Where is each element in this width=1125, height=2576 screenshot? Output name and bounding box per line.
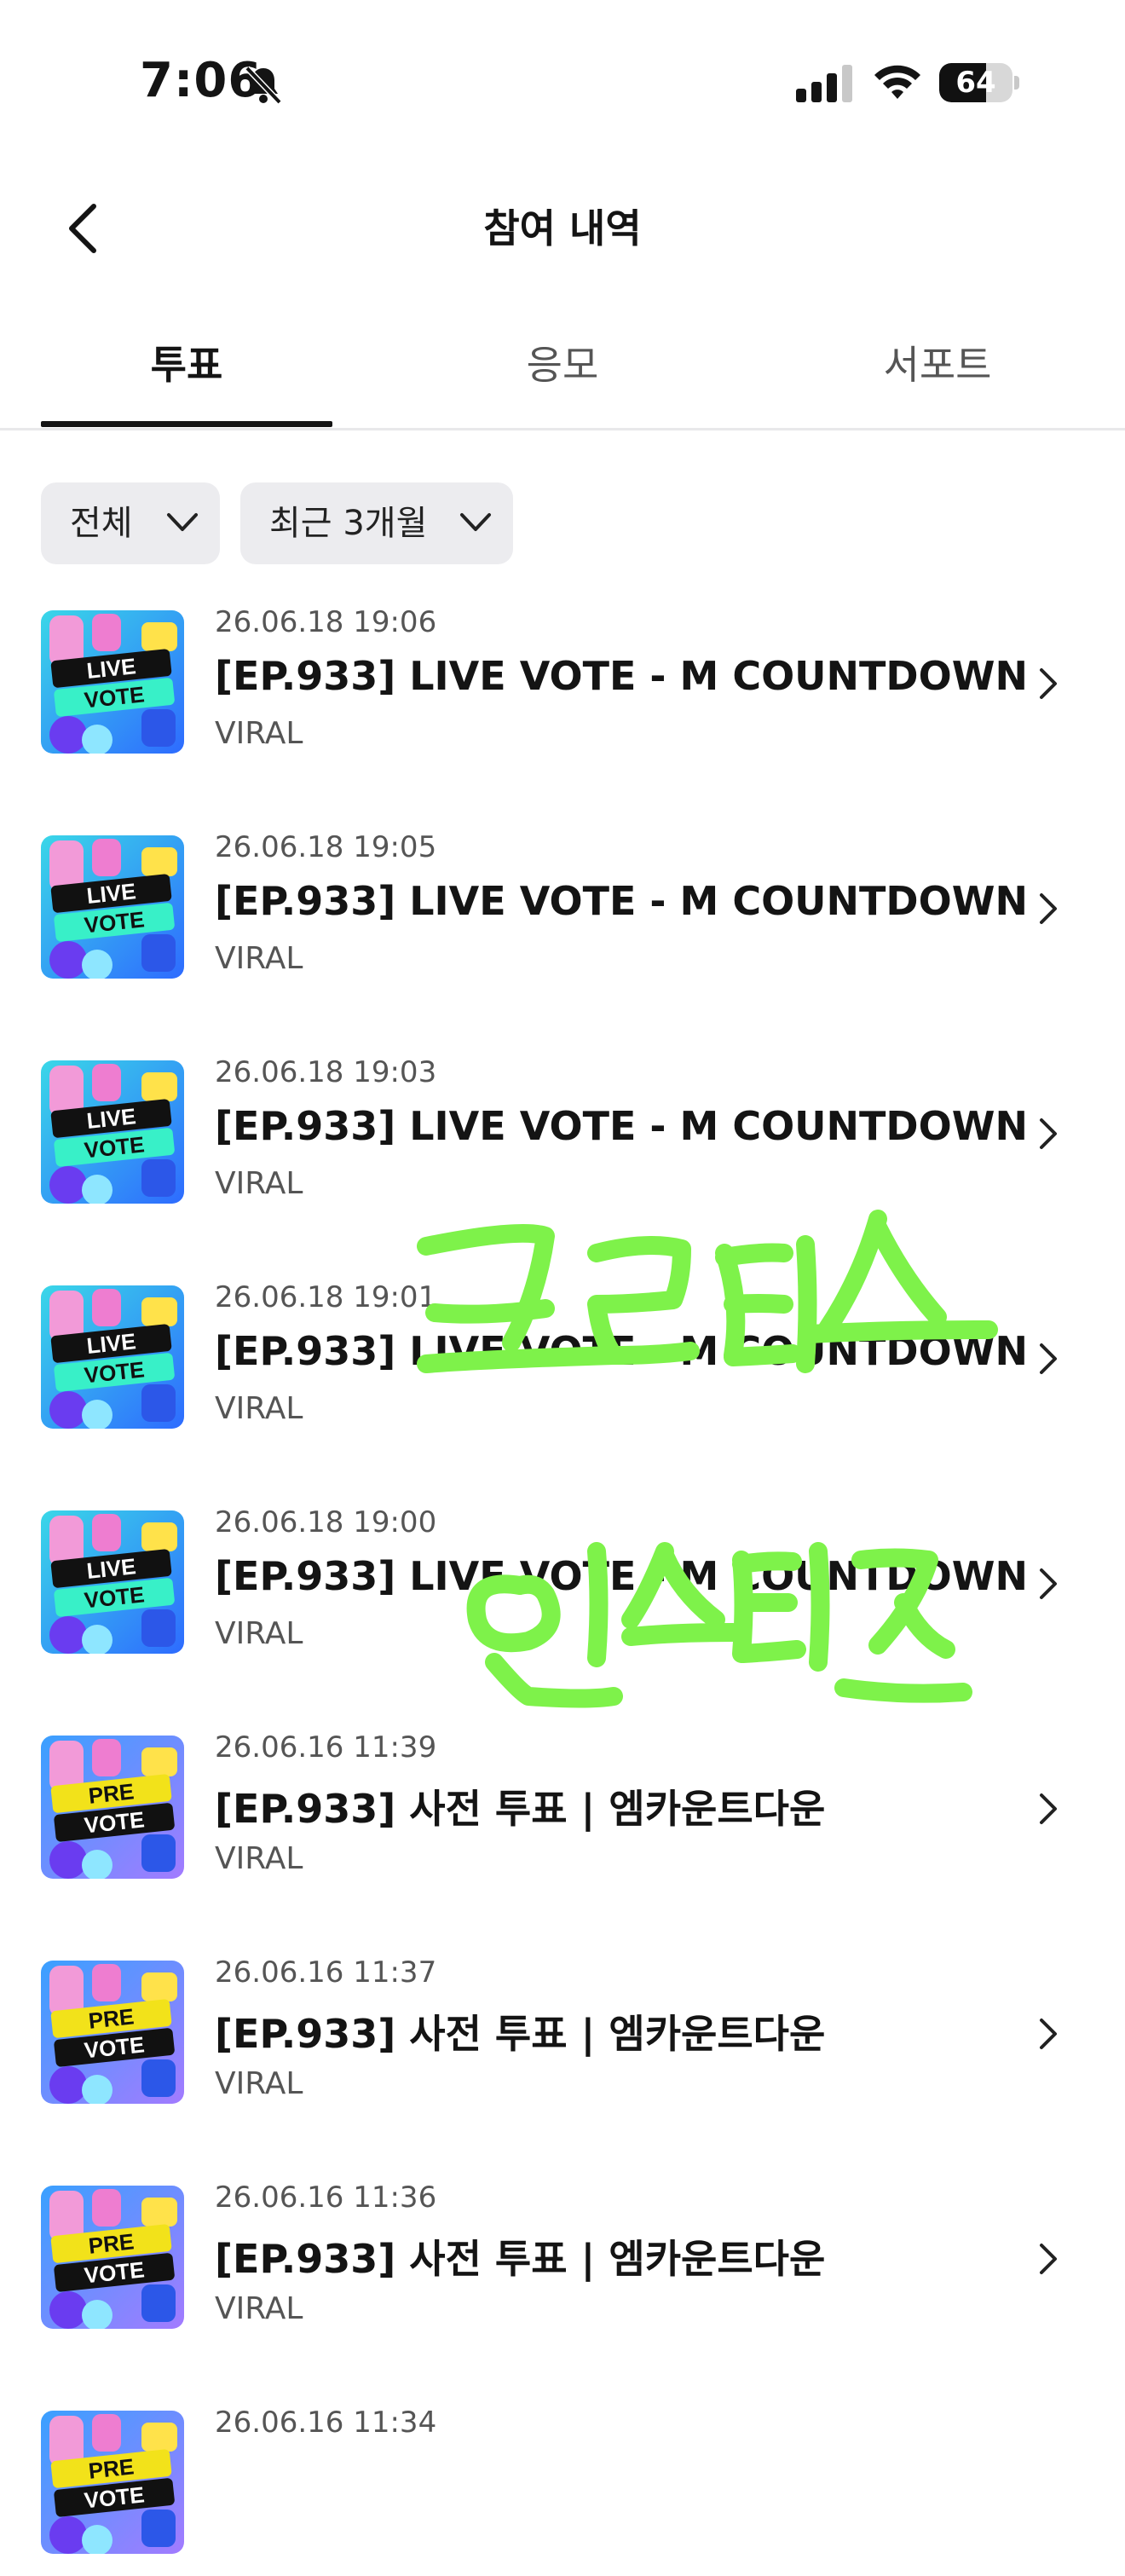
status-bar: 7:06 64 (0, 0, 1125, 162)
period-filter-dropdown[interactable]: 최근 3개월 (240, 482, 513, 564)
item-date: 26.06.18 19:03 (215, 1055, 437, 1089)
item-title: [EP.933] 사전 투표 | 엠카운트다운 (215, 2236, 826, 2282)
item-date: 26.06.18 19:01 (215, 1280, 437, 1314)
vote-thumbnail: PRE VOTE (41, 2411, 184, 2554)
vote-thumbnail: LIVE VOTE (41, 1510, 184, 1654)
list-item[interactable]: LIVE VOTE 26.06.18 19:00 [EP.933] LIVE V… (0, 1488, 1125, 1676)
item-date: 26.06.16 11:34 (215, 2406, 437, 2440)
badge-top-text: PRE (87, 2228, 135, 2258)
item-title: [EP.933] LIVE VOTE - M COUNTDOWN (215, 1553, 1028, 1599)
item-category: VIRAL (215, 716, 303, 751)
chevron-right-icon (1040, 668, 1057, 699)
period-filter-label: 최근 3개월 (269, 504, 428, 543)
vote-thumbnail: PRE VOTE (41, 1961, 184, 2104)
chevron-right-icon (1040, 1118, 1057, 1149)
bell-muted-icon (245, 66, 282, 105)
item-category: VIRAL (215, 1616, 303, 1651)
vote-thumbnail: LIVE VOTE (41, 1285, 184, 1429)
tab-support[interactable]: 서포트 (793, 332, 1082, 428)
badge-top-text: LIVE (85, 1103, 137, 1134)
vote-thumbnail: LIVE VOTE (41, 835, 184, 979)
chevron-down-icon (167, 513, 198, 531)
item-date: 26.06.18 19:00 (215, 1505, 437, 1539)
vote-thumbnail: LIVE VOTE (41, 610, 184, 754)
page-title: 참여 내역 (483, 205, 642, 251)
chevron-right-icon (1040, 1793, 1057, 1824)
item-title: [EP.933] LIVE VOTE - M COUNTDOWN (215, 1103, 1028, 1149)
badge-top-text: PRE (87, 2453, 135, 2483)
scope-filter-label: 전체 (70, 504, 133, 543)
vote-thumbnail: PRE VOTE (41, 2186, 184, 2329)
list-item[interactable]: PRE VOTE 26.06.16 11:34 (0, 2388, 1125, 2576)
tab-bar: 투표 응모 서포트 (0, 332, 1125, 430)
item-date: 26.06.18 19:06 (215, 605, 437, 639)
tab-entry[interactable]: 응모 (418, 332, 707, 428)
vote-thumbnail: PRE VOTE (41, 1736, 184, 1879)
item-title: [EP.933] 사전 투표 | 엠카운트다운 (215, 1786, 826, 1832)
item-title: [EP.933] LIVE VOTE - M COUNTDOWN (215, 878, 1028, 924)
list-item[interactable]: PRE VOTE 26.06.16 11:39 [EP.933] 사전 투표 |… (0, 1713, 1125, 1901)
item-title: [EP.933] LIVE VOTE - M COUNTDOWN (215, 1328, 1028, 1374)
item-category: VIRAL (215, 2291, 303, 2326)
item-date: 26.06.16 11:39 (215, 1730, 437, 1765)
list-item[interactable]: LIVE VOTE 26.06.18 19:05 [EP.933] LIVE V… (0, 813, 1125, 1001)
item-date: 26.06.16 11:37 (215, 1955, 437, 1990)
badge-top-text: PRE (87, 2003, 135, 2033)
badge-top-text: PRE (87, 1778, 135, 1808)
list-item[interactable]: LIVE VOTE 26.06.18 19:03 [EP.933] LIVE V… (0, 1038, 1125, 1226)
item-category: VIRAL (215, 2066, 303, 2101)
item-category: VIRAL (215, 941, 303, 976)
item-date: 26.06.18 19:05 (215, 830, 437, 864)
list-item[interactable]: LIVE VOTE 26.06.18 19:06 [EP.933] LIVE V… (0, 588, 1125, 776)
chevron-right-icon (1040, 1343, 1057, 1374)
badge-top-text: LIVE (85, 653, 137, 684)
list-item[interactable]: PRE VOTE 26.06.16 11:36 [EP.933] 사전 투표 |… (0, 2163, 1125, 2351)
chevron-right-icon (1040, 2019, 1057, 2049)
chevron-right-icon (1040, 2244, 1057, 2274)
vote-thumbnail: LIVE VOTE (41, 1060, 184, 1204)
scope-filter-dropdown[interactable]: 전체 (41, 482, 220, 564)
active-tab-indicator (41, 421, 332, 427)
item-category: VIRAL (215, 1166, 303, 1201)
item-title: [EP.933] 사전 투표 | 엠카운트다운 (215, 2011, 826, 2057)
list-item[interactable]: LIVE VOTE 26.06.18 19:01 [EP.933] LIVE V… (0, 1263, 1125, 1451)
chevron-right-icon (1040, 1568, 1057, 1599)
chevron-right-icon (1040, 893, 1057, 924)
cellular-signal-icon (796, 65, 852, 102)
battery-indicator: 64 (939, 63, 1021, 102)
wifi-icon (874, 65, 920, 99)
list-item[interactable]: PRE VOTE 26.06.16 11:37 [EP.933] 사전 투표 |… (0, 1938, 1125, 2126)
badge-top-text: LIVE (85, 878, 137, 909)
battery-percent: 64 (955, 66, 996, 100)
item-title: [EP.933] LIVE VOTE - M COUNTDOWN (215, 653, 1028, 699)
chevron-down-icon (460, 513, 491, 531)
badge-top-text: LIVE (85, 1328, 137, 1359)
tab-vote[interactable]: 투표 (41, 332, 332, 428)
badge-top-text: LIVE (85, 1553, 137, 1584)
item-category: VIRAL (215, 1841, 303, 1876)
item-date: 26.06.16 11:36 (215, 2180, 437, 2215)
item-category: VIRAL (215, 1391, 303, 1426)
